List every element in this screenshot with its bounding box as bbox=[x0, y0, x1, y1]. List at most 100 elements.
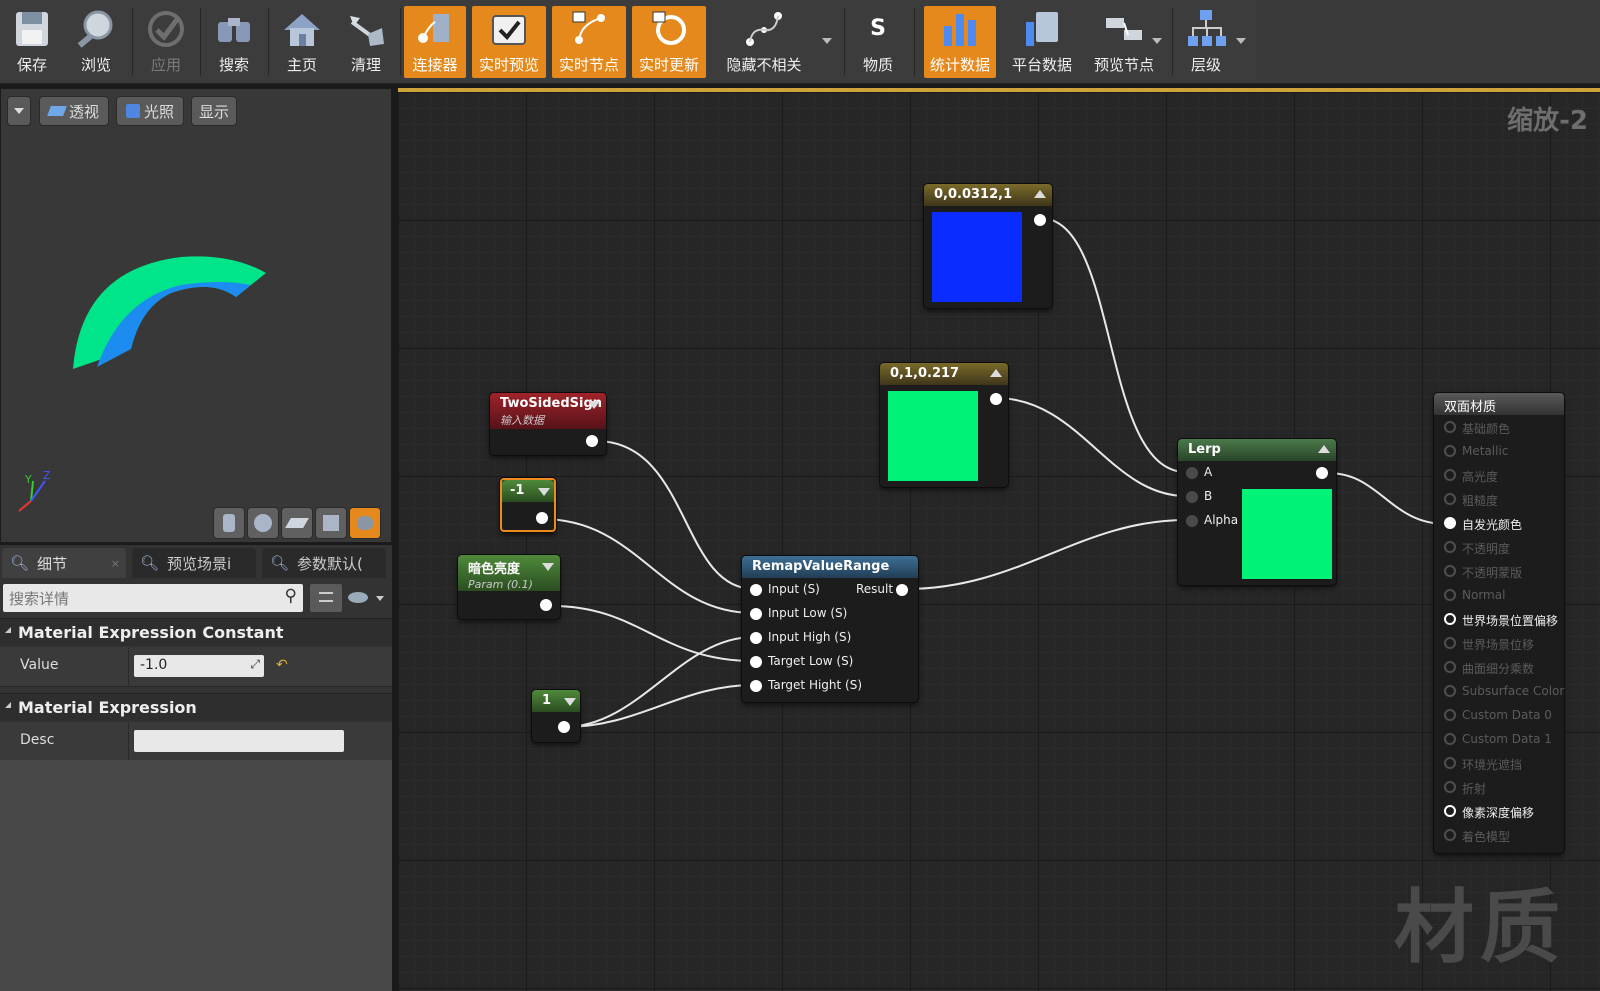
visibility-filter-button[interactable] bbox=[348, 587, 388, 609]
node-remap-value-range[interactable]: RemapValueRange Input (S) Input Low (S) … bbox=[742, 556, 918, 702]
preview-viewport[interactable]: 透视 光照 显示 Y Z bbox=[0, 88, 392, 543]
input-pin[interactable] bbox=[1444, 445, 1456, 457]
output-pin[interactable] bbox=[896, 584, 908, 596]
view-options-button[interactable] bbox=[310, 584, 342, 612]
clean-button[interactable]: 清理 bbox=[336, 6, 396, 78]
plane-preview-button[interactable] bbox=[281, 507, 313, 539]
node-parameter-dark-brightness[interactable]: 暗色亮度 Param (0.1) bbox=[458, 555, 560, 619]
input-pin[interactable] bbox=[1444, 685, 1456, 697]
input-pin[interactable] bbox=[1444, 661, 1456, 673]
input-pin[interactable] bbox=[1444, 613, 1456, 625]
node-title: 双面材质 bbox=[1444, 400, 1497, 415]
node-constant-neg-one[interactable]: -1 bbox=[500, 478, 556, 532]
input-pin[interactable] bbox=[1444, 517, 1456, 529]
input-pin[interactable] bbox=[750, 656, 762, 668]
input-pin[interactable] bbox=[1444, 733, 1456, 745]
input-pin[interactable] bbox=[1186, 515, 1198, 527]
live-update-button[interactable]: 实时更新 bbox=[632, 6, 706, 78]
preview-nodes-dropdown-icon[interactable] bbox=[1152, 38, 1162, 44]
collapse-icon[interactable] bbox=[1034, 190, 1046, 198]
output-pin[interactable] bbox=[586, 435, 598, 447]
live-preview-button[interactable]: 实时预览 bbox=[472, 6, 546, 78]
viewport-options-button[interactable] bbox=[7, 96, 31, 126]
collapse-icon[interactable] bbox=[1318, 445, 1330, 453]
value-input[interactable]: -1.0 ⤢ bbox=[134, 655, 264, 677]
input-pin[interactable] bbox=[750, 680, 762, 692]
input-pin[interactable] bbox=[750, 584, 762, 596]
save-button[interactable]: 保存 bbox=[4, 6, 60, 78]
details-search-input[interactable]: 搜索详情 ⚲ bbox=[3, 584, 303, 612]
hide-unrelated-dropdown-icon[interactable] bbox=[822, 38, 832, 44]
output-pin[interactable] bbox=[990, 393, 1002, 405]
sphere-preview-button[interactable] bbox=[247, 507, 279, 539]
apply-button[interactable]: 应用 bbox=[136, 6, 196, 78]
input-pin[interactable] bbox=[750, 608, 762, 620]
teapot-preview-button[interactable] bbox=[349, 507, 381, 539]
stats-button[interactable]: 统计数据 bbox=[924, 6, 996, 78]
pin-label: 曲面细分乘数 bbox=[1462, 662, 1535, 676]
node-material-result[interactable]: 双面材质 基础颜色 Metallic 高光度 粗糙度 自发光颜色 不透明度 不透… bbox=[1434, 393, 1564, 853]
search-button[interactable]: 搜索 bbox=[204, 6, 264, 78]
input-pin[interactable] bbox=[1444, 589, 1456, 601]
tab-preview-scene[interactable]: 🔍︎ 预览场景i bbox=[132, 548, 256, 578]
cube-icon bbox=[323, 515, 339, 531]
platform-stats-button[interactable]: 平台数据 bbox=[1004, 6, 1080, 78]
preview-nodes-button[interactable]: 预览节点 bbox=[1086, 6, 1162, 78]
input-pin[interactable] bbox=[1444, 781, 1456, 793]
input-pin[interactable] bbox=[1444, 757, 1456, 769]
collapse-icon[interactable] bbox=[542, 563, 554, 571]
input-pin[interactable] bbox=[750, 632, 762, 644]
input-pin[interactable] bbox=[1444, 421, 1456, 433]
cube-preview-button[interactable] bbox=[315, 507, 347, 539]
category-material-expression[interactable]: Material Expression bbox=[0, 693, 392, 721]
reset-to-default-icon[interactable]: ↶ bbox=[276, 657, 288, 673]
close-icon[interactable]: × bbox=[111, 557, 120, 570]
input-pin[interactable] bbox=[1444, 565, 1456, 577]
collapse-icon[interactable] bbox=[538, 488, 550, 496]
tab-details[interactable]: 🔍︎ 细节 × bbox=[2, 548, 126, 578]
input-pin[interactable] bbox=[1444, 469, 1456, 481]
perspective-button[interactable]: 透视 bbox=[39, 96, 109, 126]
node-constant-blue[interactable]: 0,0.0312,1 bbox=[924, 184, 1052, 308]
pin-label: B bbox=[1204, 489, 1213, 503]
node-constant-green[interactable]: 0,1,0.217 bbox=[880, 363, 1008, 487]
teapot-icon bbox=[357, 516, 373, 530]
node-two-sided-sign[interactable]: TwoSidedSign 输入数据 bbox=[490, 393, 606, 455]
input-pin[interactable] bbox=[1444, 829, 1456, 841]
collapse-icon[interactable] bbox=[564, 698, 576, 706]
output-pin[interactable] bbox=[558, 721, 570, 733]
output-pin[interactable] bbox=[1316, 467, 1328, 479]
connector-button[interactable]: 连接器 bbox=[404, 6, 466, 78]
collapse-icon[interactable] bbox=[588, 401, 600, 409]
input-pin[interactable] bbox=[1444, 541, 1456, 553]
substance-button[interactable]: S 物质 bbox=[850, 6, 906, 78]
input-pin[interactable] bbox=[1186, 491, 1198, 503]
save-label: 保存 bbox=[16, 56, 47, 74]
tab-parameter-defaults[interactable]: 🔍︎ 参数默认( bbox=[262, 548, 386, 578]
category-material-expression-constant[interactable]: Material Expression Constant bbox=[0, 618, 392, 646]
input-pin[interactable] bbox=[1444, 637, 1456, 649]
collapse-icon[interactable] bbox=[990, 369, 1002, 377]
hierarchy-dropdown-icon[interactable] bbox=[1236, 38, 1246, 44]
pin-label: Target Hight (S) bbox=[768, 678, 863, 692]
cylinder-preview-button[interactable] bbox=[213, 507, 245, 539]
output-pin[interactable] bbox=[536, 512, 548, 524]
home-button[interactable]: 主页 bbox=[272, 6, 332, 78]
drag-handle-icon[interactable]: ⤢ bbox=[250, 657, 260, 672]
input-pin[interactable] bbox=[1444, 805, 1456, 817]
output-pin[interactable] bbox=[540, 599, 552, 611]
pin-label: Subsurface Color bbox=[1462, 684, 1565, 698]
node-constant-one[interactable]: 1 bbox=[532, 690, 580, 742]
desc-input[interactable] bbox=[134, 730, 344, 752]
browse-button[interactable]: 浏览 bbox=[64, 6, 128, 78]
show-button[interactable]: 显示 bbox=[191, 96, 237, 126]
lighting-button[interactable]: 光照 bbox=[116, 96, 184, 126]
hierarchy-button[interactable]: 层级 bbox=[1178, 6, 1234, 78]
node-lerp[interactable]: Lerp A B Alpha bbox=[1178, 439, 1336, 585]
input-pin[interactable] bbox=[1186, 467, 1198, 479]
output-pin[interactable] bbox=[1034, 214, 1046, 226]
input-pin[interactable] bbox=[1444, 493, 1456, 505]
input-pin[interactable] bbox=[1444, 709, 1456, 721]
hide-unrelated-button[interactable]: 隐藏不相关 bbox=[716, 6, 812, 78]
live-nodes-button[interactable]: 实时节点 bbox=[552, 6, 626, 78]
